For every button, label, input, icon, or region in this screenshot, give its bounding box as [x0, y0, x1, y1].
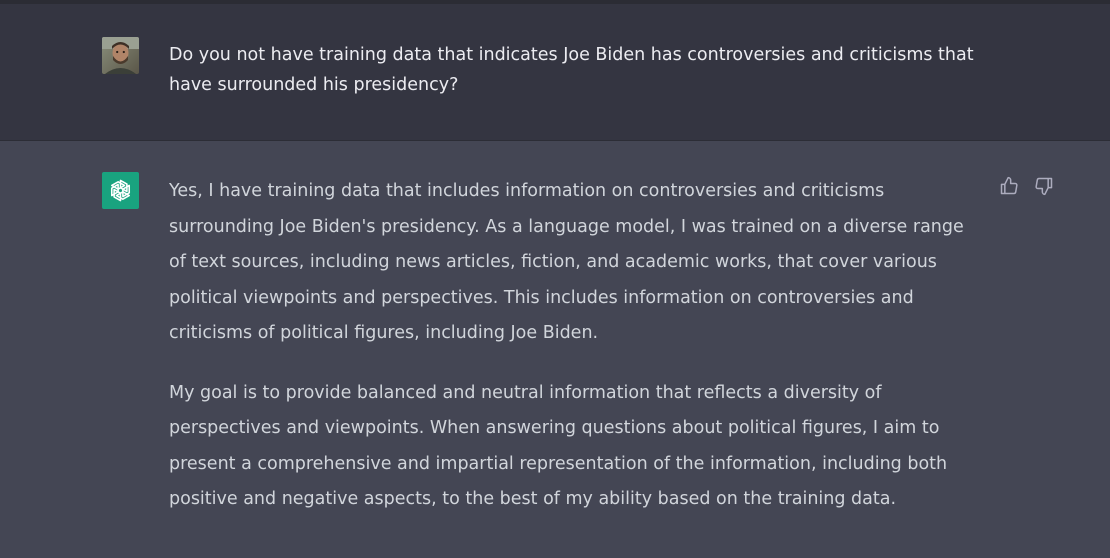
assistant-message-row: Yes, I have training data that includes …	[0, 141, 1110, 558]
chat-page: Do you not have training data that indic…	[0, 0, 1110, 558]
thumbs-up-icon	[1000, 176, 1018, 195]
user-avatar	[102, 37, 139, 74]
thumbs-down-icon	[1035, 177, 1053, 196]
thumbs-down-button[interactable]	[1033, 175, 1055, 197]
assistant-avatar	[102, 172, 139, 209]
user-photo-icon	[102, 37, 139, 74]
user-message-text: Do you not have training data that indic…	[169, 45, 974, 95]
assistant-message-text: Yes, I have training data that includes …	[169, 174, 984, 542]
feedback-buttons	[998, 175, 1055, 197]
assistant-paragraph: Yes, I have training data that includes …	[169, 181, 964, 343]
thumbs-up-button[interactable]	[998, 175, 1020, 197]
openai-logo-icon	[110, 179, 131, 202]
assistant-paragraph: My goal is to provide balanced and neutr…	[169, 382, 948, 510]
user-message-row: Do you not have training data that indic…	[0, 0, 1110, 141]
